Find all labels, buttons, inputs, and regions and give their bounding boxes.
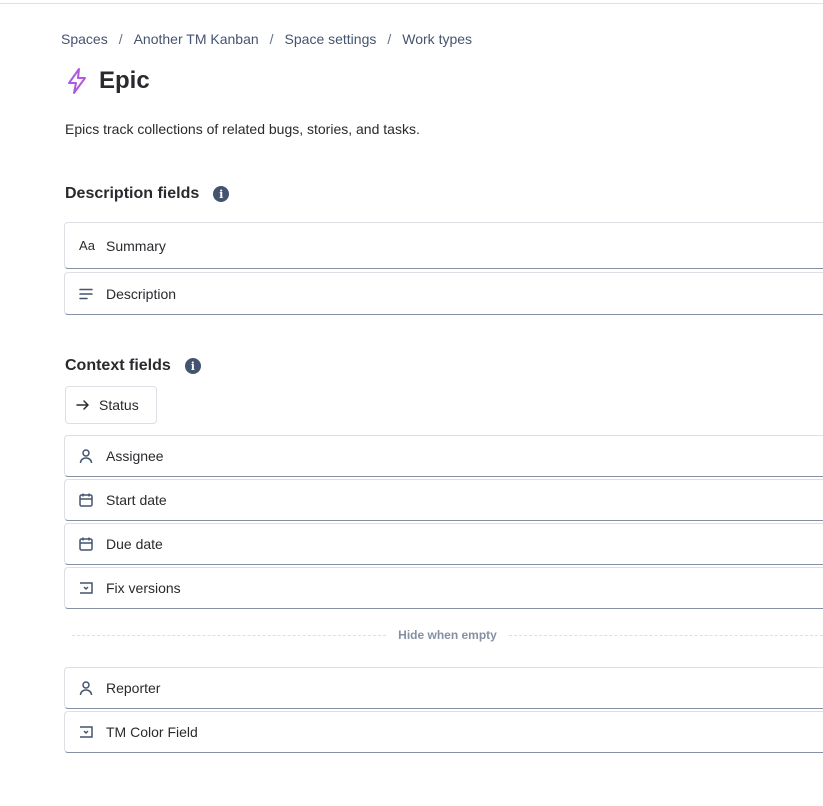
field-reporter[interactable]: Reporter (64, 667, 823, 709)
divider-line (508, 634, 823, 636)
info-icon[interactable]: i (184, 358, 201, 374)
paragraph-lines-icon (78, 286, 94, 302)
page-title: Epic (99, 67, 150, 94)
breadcrumb-separator: / (118, 31, 123, 47)
person-icon (78, 448, 94, 464)
breadcrumb-separator: / (387, 31, 392, 47)
hide-when-empty-label: Hide when empty (398, 628, 497, 642)
person-icon (78, 680, 94, 696)
field-tm-color-field[interactable]: TM Color Field (64, 711, 823, 753)
page-header: Epic (65, 66, 150, 96)
field-label: TM Color Field (106, 724, 198, 740)
top-border (0, 3, 823, 4)
info-icon[interactable]: i (213, 186, 230, 202)
field-label: Due date (106, 536, 163, 552)
field-label: Description (106, 285, 177, 302)
context-fields-heading: Context fields i (65, 357, 201, 375)
dropdown-select-icon (78, 724, 94, 740)
breadcrumb-work-types[interactable]: Work types (402, 31, 472, 47)
calendar-icon (78, 492, 94, 508)
field-summary[interactable]: Aa Summary (64, 222, 823, 269)
dropdown-select-icon (78, 580, 94, 596)
lightning-bolt-icon (65, 67, 89, 95)
calendar-icon (78, 536, 94, 552)
description-fields-heading: Description fields i (65, 185, 230, 203)
field-status[interactable]: Status (65, 386, 157, 424)
breadcrumb-space-settings[interactable]: Space settings (285, 31, 377, 47)
breadcrumb-spaces[interactable]: Spaces (61, 31, 108, 47)
field-label: Assignee (106, 448, 164, 464)
breadcrumb-space-name[interactable]: Another TM Kanban (134, 31, 259, 47)
field-start-date[interactable]: Start date (64, 479, 823, 521)
field-label: Reporter (106, 680, 161, 696)
field-label: Summary (106, 237, 166, 254)
breadcrumb: Spaces / Another TM Kanban / Space setti… (61, 31, 472, 47)
field-due-date[interactable]: Due date (64, 523, 823, 565)
field-label: Status (99, 397, 139, 413)
field-label: Start date (106, 492, 167, 508)
field-assignee[interactable]: Assignee (64, 435, 823, 477)
arrow-right-icon (75, 397, 91, 413)
field-description[interactable]: Description (64, 272, 823, 315)
work-type-description: Epics track collections of related bugs,… (65, 121, 420, 137)
breadcrumb-separator: / (269, 31, 274, 47)
field-label: Fix versions (106, 580, 181, 596)
description-fields-title: Description fields (65, 185, 200, 202)
divider-line (72, 634, 387, 636)
hide-when-empty-divider: Hide when empty (72, 625, 823, 645)
text-aa-icon: Aa (79, 238, 95, 253)
context-fields-title: Context fields (65, 357, 171, 374)
field-fix-versions[interactable]: Fix versions (64, 567, 823, 609)
